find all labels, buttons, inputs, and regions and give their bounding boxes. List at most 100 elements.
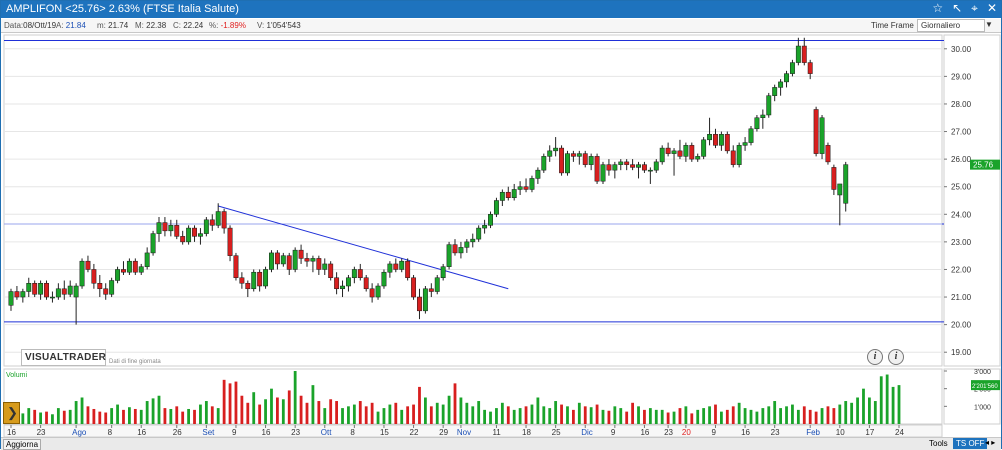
- volume-bar-down: [832, 408, 836, 424]
- candle-down: [233, 255, 239, 278]
- info-icon-2[interactable]: i: [888, 349, 904, 365]
- volume-bar-up: [441, 404, 445, 424]
- volume-bar-up: [755, 411, 759, 424]
- volume-bar-down: [299, 395, 303, 424]
- candle-down: [713, 134, 718, 146]
- volume-bar-up: [80, 397, 84, 424]
- candle-up: [535, 169, 541, 179]
- candle-up: [576, 153, 582, 157]
- volume-bar-down: [240, 395, 244, 424]
- candle-up: [470, 238, 476, 243]
- volume-bar-up: [873, 401, 877, 424]
- candle-up: [588, 156, 594, 165]
- scroll-arrows-icon[interactable]: ◂ ▸: [985, 438, 995, 447]
- volume-bar-up: [293, 371, 297, 424]
- price-tick-label: 30.00: [951, 45, 972, 54]
- volume-bar-down: [625, 411, 629, 424]
- volume-bar-up: [51, 414, 54, 424]
- candle-up: [168, 225, 174, 232]
- price-tick-label: 19.00: [951, 348, 972, 357]
- candle-up: [718, 134, 724, 146]
- candle-up: [150, 233, 156, 254]
- tools-button[interactable]: Tools: [929, 439, 948, 448]
- volume-bar-up: [530, 404, 534, 424]
- price-tick-label: 26.00: [951, 155, 972, 164]
- volume-bar-down: [329, 399, 333, 424]
- volume-bar-up: [548, 408, 552, 424]
- candle-down: [689, 145, 695, 160]
- aggiorna-button[interactable]: Aggiorna: [3, 439, 42, 450]
- logo-subtitle: Dati di fine giornata: [109, 359, 161, 365]
- volume-bar-up: [862, 388, 865, 424]
- candle-up: [553, 147, 559, 152]
- candle-down: [825, 145, 831, 163]
- info-icon[interactable]: i: [867, 349, 883, 365]
- play-icon[interactable]: ❯: [3, 402, 20, 424]
- candle-up: [464, 241, 470, 248]
- volume-bar-up: [684, 406, 688, 424]
- candle-up: [67, 285, 73, 295]
- volume-bar-up: [518, 408, 522, 424]
- x-tick-label: 24: [895, 428, 904, 437]
- candle-up: [754, 117, 760, 130]
- volume-bar-up: [270, 388, 273, 424]
- candle-down: [32, 283, 38, 295]
- volume-bar-up: [352, 404, 356, 424]
- volume-bar-up: [252, 392, 256, 424]
- volume-bar-up: [341, 408, 344, 424]
- candle-up: [837, 183, 843, 196]
- volume-bar-down: [104, 412, 108, 424]
- price-tick-label: 24.00: [951, 210, 972, 219]
- volume-bar-up: [347, 406, 350, 424]
- volume-bar-up: [737, 402, 741, 424]
- candle-up: [156, 222, 162, 234]
- candle-down: [286, 255, 292, 270]
- volume-bar-up: [743, 408, 747, 424]
- volume-bar-down: [394, 402, 398, 424]
- volume-bar-up: [264, 399, 267, 424]
- candle-up: [280, 255, 286, 265]
- volume-bar-up: [435, 402, 439, 424]
- candle-down: [452, 244, 458, 254]
- x-tick-label: 16: [741, 428, 750, 437]
- candle-down: [357, 269, 363, 278]
- volume-bar-up: [216, 408, 220, 424]
- candle-down: [630, 164, 636, 168]
- volume-bar-down: [258, 404, 262, 424]
- volume-bar-up: [601, 409, 605, 424]
- volume-bar-up: [542, 406, 546, 424]
- candle-up: [351, 269, 357, 278]
- candle-down: [61, 288, 67, 295]
- candle-up: [819, 117, 825, 154]
- volume-bar-up: [477, 401, 481, 424]
- volume-bar-down: [418, 386, 421, 424]
- volume-axis-panel: [943, 368, 1001, 425]
- candle-down: [677, 150, 683, 157]
- x-tick-label: 11: [492, 428, 501, 437]
- volume-bar-up: [767, 406, 771, 424]
- candle-down: [162, 222, 168, 232]
- candle-up: [742, 142, 748, 146]
- ts-off-button[interactable]: TS OFF: [953, 438, 988, 449]
- volume-bar-down: [276, 397, 279, 424]
- volume-bar-down: [210, 406, 214, 424]
- candle-down: [298, 249, 304, 259]
- volume-panel-label: Volumi: [6, 372, 27, 379]
- volume-bar-up: [720, 411, 723, 424]
- candle-down: [209, 219, 215, 226]
- x-tick-label: 15: [380, 428, 389, 437]
- volume-bar-down: [163, 408, 167, 424]
- volume-bar-up: [868, 397, 871, 424]
- x-tick-label: 8: [108, 428, 113, 437]
- candle-down: [221, 211, 227, 229]
- candle-up: [772, 87, 778, 96]
- volume-bar-up: [696, 409, 700, 424]
- candle-up: [340, 285, 345, 290]
- volume-bar-up: [500, 402, 504, 424]
- candle-up: [547, 150, 553, 157]
- candle-down: [523, 186, 529, 190]
- x-tick-label: 9: [711, 428, 716, 437]
- price-tick-label: 20.00: [951, 321, 972, 330]
- volume-bar-down: [524, 406, 528, 424]
- candle-down: [180, 236, 186, 243]
